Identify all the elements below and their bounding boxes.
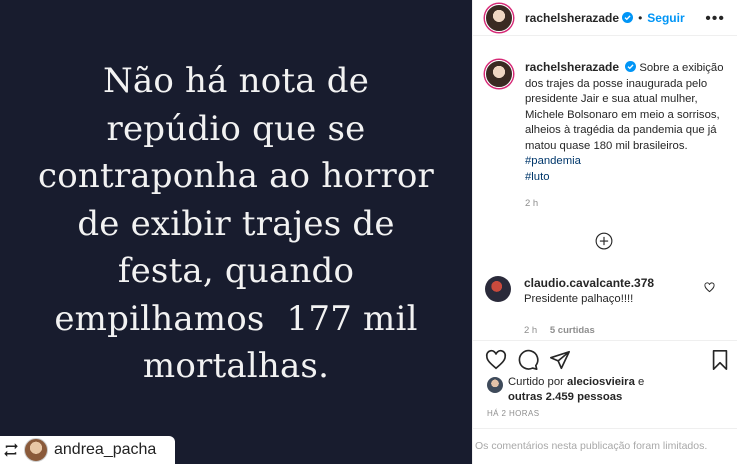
comment-body: claudio.cavalcante.378 Presidente palhaç…	[524, 276, 654, 338]
quote-line: mortalhas.	[142, 346, 330, 386]
caption-age: 2 h	[525, 198, 539, 209]
caption-username[interactable]: rachelsherazade	[525, 60, 619, 74]
comment-meta: 2 h 5 curtidas	[524, 323, 654, 338]
comment-username[interactable]: claudio.cavalcante.378	[524, 276, 654, 290]
likes-others-link[interactable]: outras 2.459 pessoas	[508, 391, 622, 403]
likes-conjunction: e	[638, 376, 645, 388]
caption-body: rachelsherazade Sobre a exibição dos tra…	[525, 60, 730, 212]
hashtag-link[interactable]: #pandemia	[525, 154, 730, 170]
author-username[interactable]: rachelsherazade	[525, 11, 619, 25]
quote-line: Não há nota de	[102, 61, 370, 101]
repost-icon	[4, 443, 18, 457]
liker-username[interactable]: aleciosvieira	[567, 376, 635, 388]
avatar	[24, 438, 48, 462]
comment-text: Presidente palhaço!!!!	[524, 293, 634, 305]
quote-line: festa, quando	[117, 251, 355, 291]
post-sidebar: rachelsherazade • Seguir ••• rachelshera…	[472, 0, 737, 464]
share-plane-icon[interactable]	[549, 349, 571, 371]
likes-summary: Curtido por aleciosvieira e outras 2.459…	[487, 375, 727, 405]
separator-dot: •	[638, 10, 643, 25]
load-more-comments-icon[interactable]	[595, 232, 613, 250]
verified-badge-icon	[625, 61, 637, 72]
like-heart-icon[interactable]	[485, 349, 507, 371]
avatar[interactable]	[485, 3, 513, 32]
verified-badge-icon	[622, 12, 634, 23]
repost-username: andrea_pacha	[54, 441, 157, 458]
quote-line: de exibir trajes de	[77, 203, 395, 244]
quote-line: repúdio que se	[106, 108, 366, 149]
repost-tag: andrea_pacha	[0, 436, 175, 464]
comment-like-heart-icon[interactable]	[704, 282, 715, 293]
save-bookmark-icon[interactable]	[709, 349, 731, 371]
follow-button[interactable]: Seguir	[647, 11, 684, 25]
quote-text: Não há nota de repúdio que se contraponh…	[0, 58, 472, 391]
comment-likes[interactable]: 5 curtidas	[550, 325, 595, 336]
post-header: rachelsherazade • Seguir •••	[473, 0, 737, 36]
comment-age: 2 h	[524, 325, 538, 336]
action-bar	[473, 340, 737, 376]
hashtag-link[interactable]: #luto	[525, 170, 730, 186]
comment-item: claudio.cavalcante.378 Presidente palhaç…	[485, 276, 730, 338]
post-timestamp: HÁ 2 HORAS	[487, 409, 540, 418]
likes-prefix: Curtido por	[508, 376, 564, 388]
comment-bubble-icon[interactable]	[517, 349, 539, 371]
more-options-icon[interactable]: •••	[705, 10, 725, 28]
likes-text: Curtido por aleciosvieira e outras 2.459…	[508, 375, 644, 405]
comments-limited-notice: Os comentários nesta publicação foram li…	[473, 428, 737, 464]
post-image[interactable]: Não há nota de repúdio que se contraponh…	[0, 0, 472, 464]
avatar[interactable]	[485, 276, 511, 302]
caption-text: Sobre a exibição dos trajes da posse ina…	[525, 62, 724, 152]
quote-line: contraponha ao horror	[37, 156, 435, 196]
caption: rachelsherazade Sobre a exibição dos tra…	[485, 60, 730, 212]
avatar[interactable]	[487, 377, 503, 393]
avatar[interactable]	[485, 60, 513, 88]
quote-line: empilhamos 177 mil	[54, 298, 418, 339]
